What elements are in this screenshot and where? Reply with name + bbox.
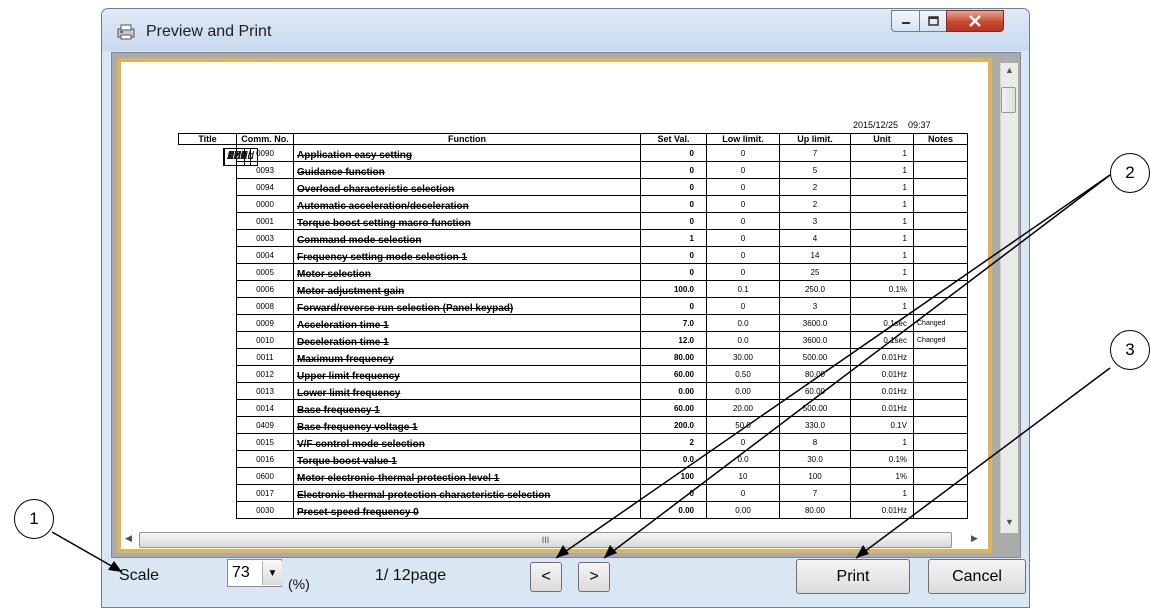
callout-3: 3 bbox=[1110, 330, 1150, 370]
callout-2: 2 bbox=[1110, 153, 1150, 193]
callout-1: 1 bbox=[14, 499, 54, 539]
callout-lines bbox=[51, 174, 1111, 573]
